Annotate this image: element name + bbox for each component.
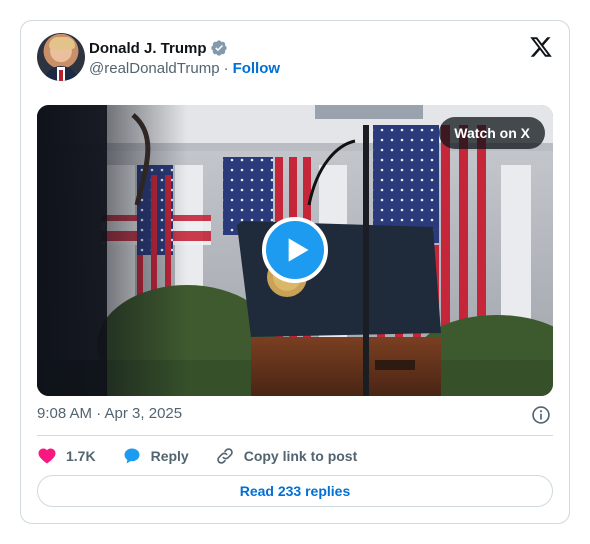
video-player[interactable]: Watch on X [37,105,553,396]
separator-dot: · [223,60,229,77]
x-logo-icon[interactable] [529,35,553,59]
like-button[interactable]: 1.7K [37,446,96,466]
avatar-tie [59,70,63,81]
name-row: Donald J. Trump [89,39,228,57]
author-name[interactable]: Donald J. Trump [89,40,207,57]
embedded-post-card[interactable]: Donald J. Trump @realDonaldTrump · Follo… [20,20,570,524]
play-button[interactable] [262,217,328,283]
read-replies-button[interactable]: Read 233 replies [37,475,553,507]
info-icon[interactable] [531,405,551,425]
avatar-hair [49,37,75,49]
post-timestamp[interactable]: 9:08 AM · Apr 3, 2025 [37,405,182,422]
timestamp-row: 9:08 AM · Apr 3, 2025 [37,405,553,425]
post-header: Donald J. Trump @realDonaldTrump · Follo… [37,33,553,83]
action-bar: 1.7K Reply Copy link to post [37,445,383,467]
copy-link-button[interactable]: Copy link to post [215,446,358,466]
play-icon [288,238,309,262]
divider [37,435,553,436]
reply-bubble-icon [124,448,140,464]
handle-row: @realDonaldTrump · Follow [89,60,280,77]
avatar[interactable] [37,33,85,81]
like-count: 1.7K [66,448,96,464]
follow-link[interactable]: Follow [233,60,281,77]
watch-on-x-button[interactable]: Watch on X [439,117,545,149]
author-handle[interactable]: @realDonaldTrump [89,60,220,77]
verified-badge-icon [210,40,227,56]
link-icon [216,448,233,464]
reply-button[interactable]: Reply [122,446,189,466]
heart-icon [38,448,56,464]
copy-link-label: Copy link to post [243,448,358,464]
reply-label: Reply [150,448,189,464]
